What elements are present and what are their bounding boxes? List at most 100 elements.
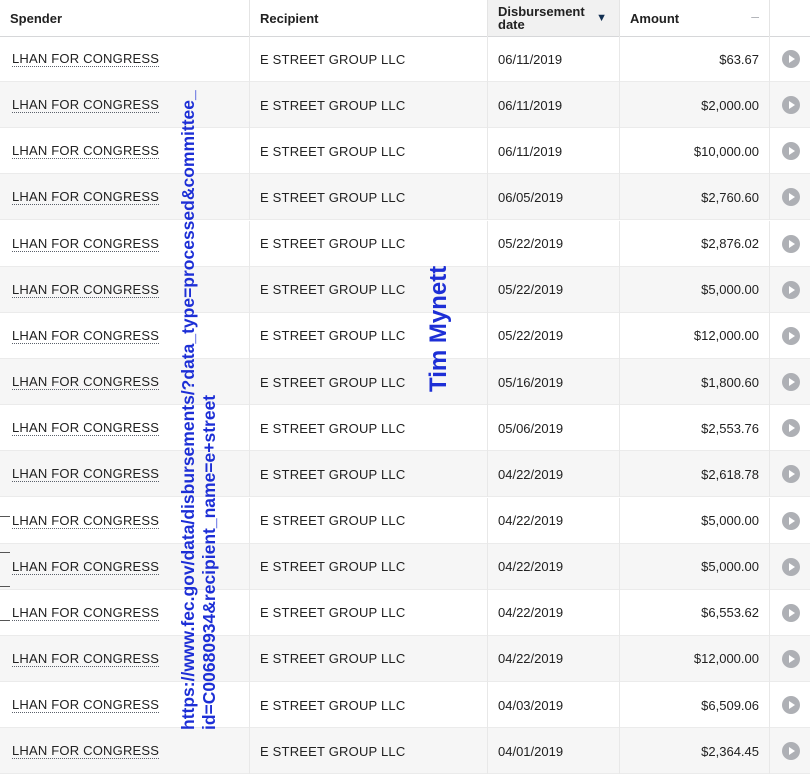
spender-link[interactable]: LHAN FOR CONGRESS — [12, 559, 160, 575]
url-annotation-line-2: id=C00680934&recipient_name=e+street — [199, 394, 219, 730]
date-cell: 04/22/2019 — [488, 635, 620, 682]
play-circle-icon[interactable] — [782, 280, 800, 299]
play-circle-icon[interactable] — [782, 142, 800, 161]
fec-url-annotation: https://www.fec.gov/data/disbursements/?… — [178, 40, 220, 730]
table-row[interactable]: LHAN FOR CONGRESS E STREET GROUP LLC 06/11… — [0, 82, 810, 129]
spender-link[interactable]: LHAN FOR CONGRESS — [12, 513, 160, 529]
play-circle-icon[interactable] — [782, 465, 800, 484]
amount-cell: $2,618.78 — [620, 451, 770, 498]
row-action-cell — [770, 498, 810, 544]
table-row[interactable]: LHAN FOR CONGRESS E STREET GROUP LLC 04/22… — [0, 451, 810, 498]
recipient-cell: E STREET GROUP LLC — [250, 220, 488, 267]
amount-cell: $2,760.60 — [620, 174, 770, 221]
spender-link[interactable]: LHAN FOR CONGRESS — [12, 420, 160, 437]
url-annotation-line-1: https://www.fec.gov/data/disbursements/?… — [178, 90, 198, 730]
table-row[interactable]: LHAN FOR CONGRESS E STREET GROUP LLC 05/22… — [0, 220, 810, 267]
date-cell: 04/22/2019 — [488, 497, 620, 544]
table-row[interactable]: LHAN FOR CONGRESS E STREET GROUP LLC 05/06… — [0, 405, 810, 452]
spender-link[interactable]: LHAN FOR CONGRESS — [12, 236, 160, 252]
play-circle-icon[interactable] — [782, 603, 800, 622]
recipient-cell: E STREET GROUP LLC — [250, 174, 488, 221]
spender-link[interactable]: LHAN FOR CONGRESS — [12, 328, 160, 344]
play-circle-icon[interactable] — [782, 50, 800, 68]
table-row[interactable]: LHAN FOR CONGRESS E STREET GROUP LLC 06/05… — [0, 174, 810, 221]
row-action-cell — [770, 682, 810, 728]
spender-link[interactable]: LHAN FOR CONGRESS — [12, 466, 160, 483]
spender-link[interactable]: LHAN FOR CONGRESS — [12, 97, 160, 114]
spender-cell: LHAN FOR CONGRESS — [0, 728, 250, 775]
table-row[interactable]: LHAN FOR CONGRESS E STREET GROUP LLC 06/11… — [0, 128, 810, 175]
column-header-recipient[interactable]: Recipient — [250, 0, 488, 36]
column-header-spender[interactable]: Spender — [0, 0, 250, 36]
column-header-disbursement-date[interactable]: Disbursement date ▼ — [488, 0, 620, 36]
table-row[interactable]: LHAN FOR CONGRESS E STREET GROUP LLC 04/22… — [0, 635, 810, 682]
table-row[interactable]: LHAN FOR CONGRESS E STREET GROUP LLC 06/11… — [0, 36, 810, 82]
play-circle-icon[interactable] — [782, 557, 800, 576]
row-action-cell — [770, 544, 810, 590]
table-row[interactable]: LHAN FOR CONGRESS E STREET GROUP LLC 04/03… — [0, 682, 810, 729]
row-action-cell — [770, 313, 810, 359]
spender-link[interactable]: LHAN FOR CONGRESS — [12, 51, 160, 67]
row-action-cell — [770, 359, 810, 405]
recipient-cell: E STREET GROUP LLC — [250, 635, 488, 682]
row-action-cell — [770, 590, 810, 636]
spender-link[interactable]: LHAN FOR CONGRESS — [12, 743, 160, 760]
recipient-cell: E STREET GROUP LLC — [250, 36, 488, 82]
amount-cell: $6,509.06 — [620, 682, 770, 729]
spender-link[interactable]: LHAN FOR CONGRESS — [12, 697, 160, 714]
recipient-cell: E STREET GROUP LLC — [250, 451, 488, 498]
date-cell: 04/03/2019 — [488, 682, 620, 729]
date-cell: 05/22/2019 — [488, 266, 620, 313]
edge-divider — [0, 586, 10, 587]
recipient-cell: E STREET GROUP LLC — [250, 82, 488, 129]
play-circle-icon[interactable] — [782, 326, 800, 345]
table-row[interactable]: LHAN FOR CONGRESS E STREET GROUP LLC 04/01… — [0, 728, 810, 775]
amount-cell: $10,000.00 — [620, 128, 770, 175]
play-circle-icon[interactable] — [782, 419, 800, 438]
play-circle-icon[interactable] — [782, 188, 800, 207]
recipient-cell: E STREET GROUP LLC — [250, 728, 488, 775]
date-cell: 04/22/2019 — [488, 589, 620, 636]
play-circle-icon[interactable] — [782, 234, 800, 253]
column-header-amount-label: Amount — [630, 10, 680, 26]
play-circle-icon[interactable] — [782, 373, 800, 392]
edge-divider — [0, 516, 10, 517]
sort-descending-icon[interactable]: ▼ — [596, 12, 607, 25]
amount-cell: $2,000.00 — [620, 82, 770, 129]
amount-cell: $2,553.76 — [620, 405, 770, 452]
recipient-cell: E STREET GROUP LLC — [250, 589, 488, 636]
amount-cell: $5,000.00 — [620, 266, 770, 313]
table-row[interactable]: LHAN FOR CONGRESS E STREET GROUP LLC 04/22… — [0, 589, 810, 636]
spender-link[interactable]: LHAN FOR CONGRESS — [12, 605, 160, 621]
play-circle-icon[interactable] — [782, 696, 800, 715]
table-row[interactable]: LHAN FOR CONGRESS E STREET GROUP LLC 04/22… — [0, 497, 810, 544]
amount-cell: $2,364.45 — [620, 728, 770, 775]
spender-link[interactable]: LHAN FOR CONGRESS — [12, 143, 160, 160]
row-action-cell — [770, 174, 810, 220]
table-header: Spender Recipient Disbursement date ▼ Am… — [0, 0, 810, 37]
spender-link[interactable]: LHAN FOR CONGRESS — [12, 189, 160, 206]
date-cell: 04/22/2019 — [488, 543, 620, 590]
table-row[interactable]: LHAN FOR CONGRESS E STREET GROUP LLC 05/16… — [0, 359, 810, 406]
play-circle-icon[interactable] — [782, 511, 800, 530]
column-header-recipient-label: Recipient — [260, 10, 319, 26]
recipient-cell: E STREET GROUP LLC — [250, 497, 488, 544]
play-circle-icon[interactable] — [782, 96, 800, 115]
amount-collapse-control[interactable]: – — [751, 8, 759, 24]
table-row[interactable]: LHAN FOR CONGRESS E STREET GROUP LLC 05/22… — [0, 312, 810, 359]
play-circle-icon[interactable] — [782, 649, 800, 668]
column-header-date-label: Disbursement date — [498, 5, 585, 31]
column-header-actions — [770, 0, 810, 36]
spender-link[interactable]: LHAN FOR CONGRESS — [12, 651, 160, 667]
spender-link[interactable]: LHAN FOR CONGRESS — [12, 374, 160, 391]
table-row[interactable]: LHAN FOR CONGRESS E STREET GROUP LLC 05/22… — [0, 266, 810, 313]
row-action-cell — [770, 221, 810, 267]
play-circle-icon[interactable] — [782, 742, 800, 761]
column-header-amount[interactable]: Amount – — [620, 0, 770, 36]
spender-link[interactable]: LHAN FOR CONGRESS — [12, 282, 160, 298]
row-action-cell — [770, 405, 810, 451]
column-header-spender-label: Spender — [10, 10, 63, 26]
date-cell: 06/11/2019 — [488, 36, 620, 82]
table-row[interactable]: LHAN FOR CONGRESS E STREET GROUP LLC 04/22… — [0, 543, 810, 590]
row-action-cell — [770, 451, 810, 497]
